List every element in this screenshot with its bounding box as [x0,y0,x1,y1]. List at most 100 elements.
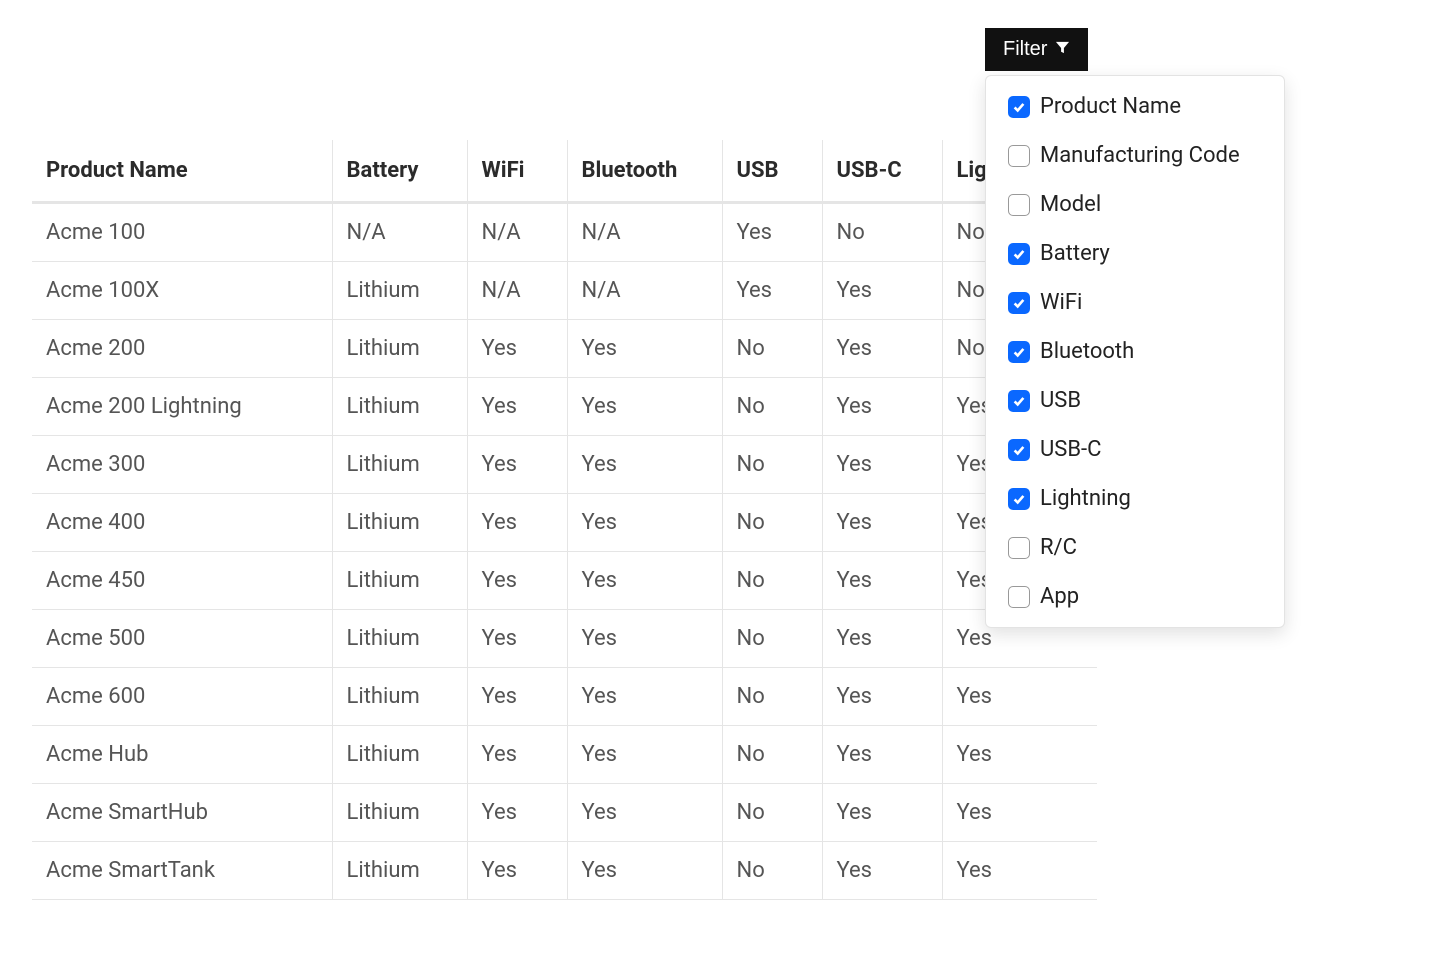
checkbox[interactable] [1008,390,1030,412]
filter-button[interactable]: Filter [985,28,1088,71]
filter-option[interactable]: Bluetooth [1008,339,1262,364]
table-row: Acme 200 LightningLithiumYesYesNoYesYes [32,378,1097,436]
table-cell: Yes [567,842,722,900]
filter-option[interactable]: Manufacturing Code [1008,143,1262,168]
filter-option-label: Battery [1040,241,1110,266]
table-cell: No [722,842,822,900]
checkbox[interactable] [1008,341,1030,363]
filter-option-label: USB-C [1040,437,1101,462]
table-cell: Lithium [332,668,467,726]
filter-option[interactable]: Model [1008,192,1262,217]
table-cell: Yes [822,378,942,436]
table-cell: Lithium [332,320,467,378]
table-cell: Yes [567,668,722,726]
filter-option[interactable]: Product Name [1008,94,1262,119]
table-cell: Yes [567,320,722,378]
table-cell: Acme 100 [32,203,332,262]
table-cell: Yes [467,320,567,378]
table-row: Acme 100N/AN/AN/AYesNoNo [32,203,1097,262]
table-cell: No [722,494,822,552]
table-cell: Yes [822,436,942,494]
table-cell: Yes [567,784,722,842]
table-cell: Yes [467,552,567,610]
column-header[interactable]: USB-C [822,140,942,203]
filter-option[interactable]: Lightning [1008,486,1262,511]
table-cell: Lithium [332,378,467,436]
table-row: Acme 200LithiumYesYesNoYesNo [32,320,1097,378]
checkbox[interactable] [1008,96,1030,118]
table-cell: No [722,610,822,668]
checkbox[interactable] [1008,488,1030,510]
table-cell: Yes [467,494,567,552]
table-cell: Acme 400 [32,494,332,552]
table-cell: Yes [567,726,722,784]
table-cell: Acme SmartHub [32,784,332,842]
table-row: Acme 400LithiumYesYesNoYesYes [32,494,1097,552]
column-header[interactable]: Bluetooth [567,140,722,203]
table-cell: Yes [822,320,942,378]
checkbox[interactable] [1008,194,1030,216]
table-cell: Acme 600 [32,668,332,726]
checkbox[interactable] [1008,292,1030,314]
table-cell: Yes [822,494,942,552]
filter-option[interactable]: USB-C [1008,437,1262,462]
table-cell: Acme 100X [32,262,332,320]
filter-container: Filter Product Name Manufacturing Code Mod… [985,28,1285,628]
filter-option-label: R/C [1040,535,1077,560]
filter-option[interactable]: WiFi [1008,290,1262,315]
filter-button-label: Filter [1003,38,1047,61]
filter-option[interactable]: USB [1008,388,1262,413]
table-cell: Yes [822,552,942,610]
table-cell: No [822,203,942,262]
table-cell: N/A [467,262,567,320]
table-cell: Lithium [332,842,467,900]
table-cell: Yes [942,668,1097,726]
table-cell: Acme 200 Lightning [32,378,332,436]
filter-option[interactable]: R/C [1008,535,1262,560]
table-row: Acme SmartHubLithiumYesYesNoYesYes [32,784,1097,842]
column-header[interactable]: Battery [332,140,467,203]
table-cell: Acme 300 [32,436,332,494]
checkbox[interactable] [1008,243,1030,265]
table-cell: Yes [722,203,822,262]
table-cell: N/A [332,203,467,262]
checkbox[interactable] [1008,439,1030,461]
table-row: Acme 300LithiumYesYesNoYesYes [32,436,1097,494]
table-cell: Lithium [332,552,467,610]
filter-option-label: Lightning [1040,486,1131,511]
filter-option[interactable]: App [1008,584,1262,609]
filter-option[interactable]: Battery [1008,241,1262,266]
checkbox[interactable] [1008,537,1030,559]
table-cell: Acme 200 [32,320,332,378]
table-row: Acme SmartTankLithiumYesYesNoYesYes [32,842,1097,900]
table-cell: Yes [722,262,822,320]
column-header[interactable]: WiFi [467,140,567,203]
table-body: Acme 100N/AN/AN/AYesNoNoAcme 100XLithium… [32,203,1097,900]
filter-option-label: Model [1040,192,1101,217]
table-cell: Lithium [332,610,467,668]
table-cell: Yes [822,842,942,900]
checkbox[interactable] [1008,145,1030,167]
table-cell: No [722,320,822,378]
table-cell: Yes [467,668,567,726]
table-cell: No [722,436,822,494]
table-row: Acme HubLithiumYesYesNoYesYes [32,726,1097,784]
table-cell: Lithium [332,494,467,552]
table-cell: N/A [467,203,567,262]
table-row: Acme 500LithiumYesYesNoYesYes [32,610,1097,668]
table-cell: Yes [567,552,722,610]
filter-dropdown: Product Name Manufacturing Code Model Batte… [985,75,1285,628]
table-cell: Lithium [332,726,467,784]
filter-option-label: USB [1040,388,1081,413]
filter-option-label: Product Name [1040,94,1181,119]
table-cell: Lithium [332,262,467,320]
table-cell: N/A [567,262,722,320]
table-cell: Yes [467,378,567,436]
table-cell: No [722,378,822,436]
table-cell: Yes [942,784,1097,842]
checkbox[interactable] [1008,586,1030,608]
column-header[interactable]: Product Name [32,140,332,203]
column-header[interactable]: USB [722,140,822,203]
table-header-row: Product NameBatteryWiFiBluetoothUSBUSB-C… [32,140,1097,203]
table-cell: Acme 500 [32,610,332,668]
